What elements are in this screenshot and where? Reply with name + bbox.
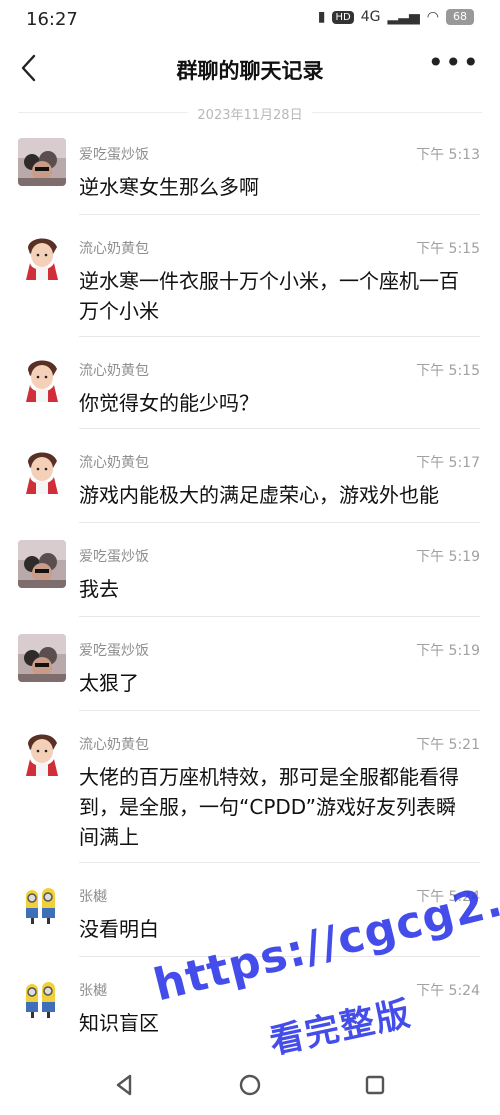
status-bar: 16:27 ▮ HD 4G ▂▃▅ ◠ 68	[0, 0, 500, 38]
message-text: 逆水寒女生那么多啊	[79, 175, 259, 199]
signal-icon: ▂▃▅	[387, 9, 420, 25]
circle-home-icon[interactable]	[232, 1067, 268, 1103]
message-time: 下午 5:15	[416, 241, 480, 257]
group-photo-avatar[interactable]	[18, 138, 66, 186]
message-time: 下午 5:13	[416, 147, 480, 163]
anime-boy-avatar[interactable]	[18, 728, 66, 776]
sender-name: 流心奶黄包	[79, 737, 149, 753]
date-divider: 2023年11月28日	[18, 104, 482, 123]
anime-boy-avatar[interactable]	[18, 354, 66, 402]
sender-name: 流心奶黄包	[79, 455, 149, 471]
message-item[interactable]: 流心奶黄包 下午 5:21 大佬的百万座机特效，那可是全服都能看得到，是全服，一…	[0, 720, 500, 872]
chat-header: 群聊的聊天记录 •••	[0, 44, 500, 96]
message-time: 下午 5:17	[416, 455, 480, 471]
status-time: 16:27	[26, 9, 78, 30]
triangle-back-icon[interactable]	[106, 1067, 142, 1103]
message-divider	[79, 428, 480, 429]
sender-name: 流心奶黄包	[79, 363, 149, 379]
message-text: 太狠了	[79, 671, 139, 695]
message-text: 大佬的百万座机特效，那可是全服都能看得到，是全服，一句“CPDD”游戏好友列表瞬…	[79, 765, 459, 849]
status-icons: ▮ HD 4G ▂▃▅ ◠ 68	[318, 9, 474, 25]
minion-avatar[interactable]	[18, 880, 66, 928]
message-item[interactable]: 爱吃蛋炒饭 下午 5:19 我去	[0, 532, 500, 626]
message-divider	[79, 336, 480, 337]
date-label: 2023年11月28日	[187, 104, 313, 123]
wifi-icon: ◠	[426, 9, 439, 25]
battery-icon: 68	[446, 9, 474, 25]
message-text: 游戏内能极大的满足虚荣心，游戏外也能	[79, 483, 439, 507]
anime-boy-avatar[interactable]	[18, 232, 66, 280]
group-photo-avatar[interactable]	[18, 540, 66, 588]
message-item[interactable]: 爱吃蛋炒饭 下午 5:19 太狠了	[0, 626, 500, 720]
message-item[interactable]: 爱吃蛋炒饭 下午 5:13 逆水寒女生那么多啊	[0, 130, 500, 224]
message-item[interactable]: 流心奶黄包 下午 5:17 游戏内能极大的满足虚荣心，游戏外也能	[0, 438, 500, 532]
hd-icon: HD	[332, 10, 354, 24]
page-title: 群聊的聊天记录	[176, 59, 324, 83]
sender-name: 爱吃蛋炒饭	[79, 643, 149, 659]
message-item[interactable]: 流心奶黄包 下午 5:15 你觉得女的能少吗？	[0, 346, 500, 438]
message-text: 逆水寒一件衣服十万个小米，一个座机一百万个小米	[79, 269, 459, 323]
message-divider	[79, 862, 480, 863]
message-divider	[79, 710, 480, 711]
message-divider	[79, 214, 480, 215]
message-item[interactable]: 流心奶黄包 下午 5:15 逆水寒一件衣服十万个小米，一个座机一百万个小米	[0, 224, 500, 346]
square-recent-icon[interactable]	[357, 1067, 393, 1103]
group-photo-avatar[interactable]	[18, 634, 66, 682]
sender-name: 张樾	[79, 983, 107, 999]
vibrate-icon: ▮	[317, 9, 326, 25]
message-text: 你觉得女的能少吗？	[79, 391, 259, 415]
minion-avatar[interactable]	[18, 974, 66, 1022]
message-time: 下午 5:15	[416, 363, 480, 379]
sender-name: 爱吃蛋炒饭	[79, 549, 149, 565]
message-time: 下午 5:21	[416, 737, 480, 753]
anime-boy-avatar[interactable]	[18, 446, 66, 494]
message-text: 我去	[79, 577, 119, 601]
network-label: 4G	[360, 9, 381, 25]
sender-name: 爱吃蛋炒饭	[79, 147, 149, 163]
more-horizontal-icon[interactable]: •••	[427, 49, 480, 77]
message-time: 下午 5:19	[416, 643, 480, 659]
system-navigation-bar	[0, 1057, 500, 1115]
message-time: 下午 5:19	[416, 549, 480, 565]
message-divider	[79, 522, 480, 523]
sender-name: 张樾	[79, 889, 107, 905]
sender-name: 流心奶黄包	[79, 241, 149, 257]
message-divider	[79, 616, 480, 617]
